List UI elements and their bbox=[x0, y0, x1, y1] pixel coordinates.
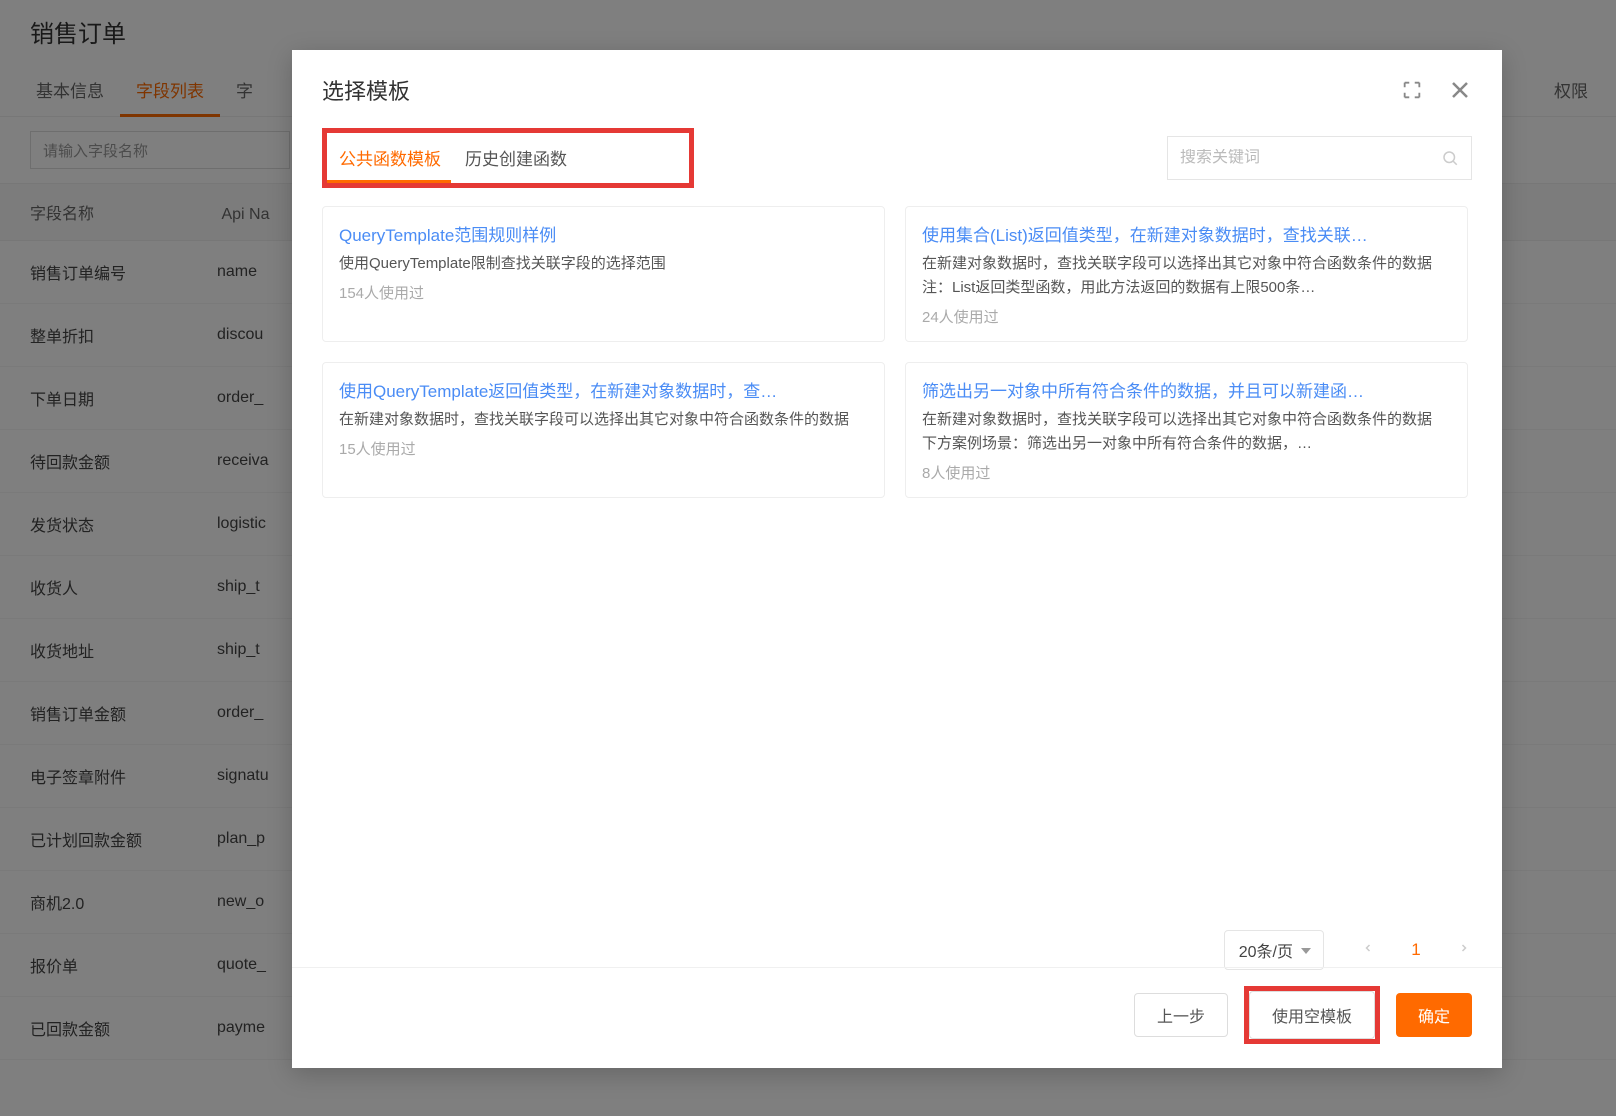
pager-next-icon[interactable] bbox=[1456, 941, 1472, 960]
fullscreen-icon[interactable] bbox=[1400, 78, 1424, 102]
search-icon bbox=[1441, 149, 1459, 167]
modal-footer: 上一步 使用空模板 确定 bbox=[292, 967, 1502, 1068]
card-desc: 使用QueryTemplate限制查找关联字段的选择范围 bbox=[339, 252, 868, 276]
card-desc: 在新建对象数据时，查找关联字段可以选择出其它对象中符合函数条件的数据 注：Lis… bbox=[922, 252, 1451, 300]
card-title: 使用集合(List)返回值类型，在新建对象数据时，查找关联… bbox=[922, 221, 1451, 246]
close-icon[interactable] bbox=[1448, 78, 1472, 102]
template-card[interactable]: QueryTemplate范围规则样例使用QueryTemplate限制查找关联… bbox=[322, 206, 885, 342]
modal-title: 选择模板 bbox=[322, 74, 410, 106]
card-desc: 在新建对象数据时，查找关联字段可以选择出其它对象中符合函数条件的数据 下方案例场… bbox=[922, 408, 1451, 456]
blank-template-highlight: 使用空模板 bbox=[1244, 986, 1380, 1044]
card-usage-count: 15人使用过 bbox=[339, 438, 868, 459]
modal-search[interactable] bbox=[1167, 136, 1472, 180]
modal-tabs-highlight: 公共函数模板 历史创建函数 bbox=[322, 128, 694, 188]
modal-header: 选择模板 bbox=[292, 50, 1502, 128]
card-usage-count: 154人使用过 bbox=[339, 282, 868, 303]
prev-step-button[interactable]: 上一步 bbox=[1134, 993, 1228, 1037]
modal-header-actions bbox=[1400, 78, 1472, 102]
page-size-select[interactable]: 20条/页 bbox=[1224, 930, 1324, 970]
tab-history-functions[interactable]: 历史创建函数 bbox=[453, 133, 579, 183]
card-usage-count: 24人使用过 bbox=[922, 306, 1451, 327]
tab-public-templates[interactable]: 公共函数模板 bbox=[327, 133, 453, 183]
pager-current[interactable]: 1 bbox=[1406, 940, 1426, 960]
card-title: 使用QueryTemplate返回值类型，在新建对象数据时，查… bbox=[339, 377, 868, 402]
template-cards: QueryTemplate范围规则样例使用QueryTemplate限制查找关联… bbox=[292, 188, 1502, 516]
confirm-button[interactable]: 确定 bbox=[1396, 993, 1472, 1037]
pager: 1 bbox=[1360, 940, 1472, 960]
pager-prev-icon[interactable] bbox=[1360, 941, 1376, 960]
search-input[interactable] bbox=[1180, 149, 1441, 167]
blank-template-button[interactable]: 使用空模板 bbox=[1249, 991, 1375, 1039]
card-title: 筛选出另一对象中所有符合条件的数据，并且可以新建函… bbox=[922, 377, 1451, 402]
modal-tabs: 公共函数模板 历史创建函数 bbox=[327, 133, 579, 183]
template-card[interactable]: 使用集合(List)返回值类型，在新建对象数据时，查找关联… 在新建对象数据时，查… bbox=[905, 206, 1468, 342]
modal-toolbar: 公共函数模板 历史创建函数 bbox=[292, 128, 1502, 188]
template-modal: 选择模板 公共函数模板 历史创建函数 QueryTemplate范围规则样例使用… bbox=[292, 50, 1502, 1068]
card-desc: 在新建对象数据时，查找关联字段可以选择出其它对象中符合函数条件的数据 bbox=[339, 408, 868, 432]
template-card[interactable]: 使用QueryTemplate返回值类型，在新建对象数据时，查… 在新建对象数据时… bbox=[322, 362, 885, 498]
card-title: QueryTemplate范围规则样例 bbox=[339, 221, 868, 246]
template-card[interactable]: 筛选出另一对象中所有符合条件的数据，并且可以新建函… 在新建对象数据时，查找关联字… bbox=[905, 362, 1468, 498]
card-usage-count: 8人使用过 bbox=[922, 462, 1451, 483]
